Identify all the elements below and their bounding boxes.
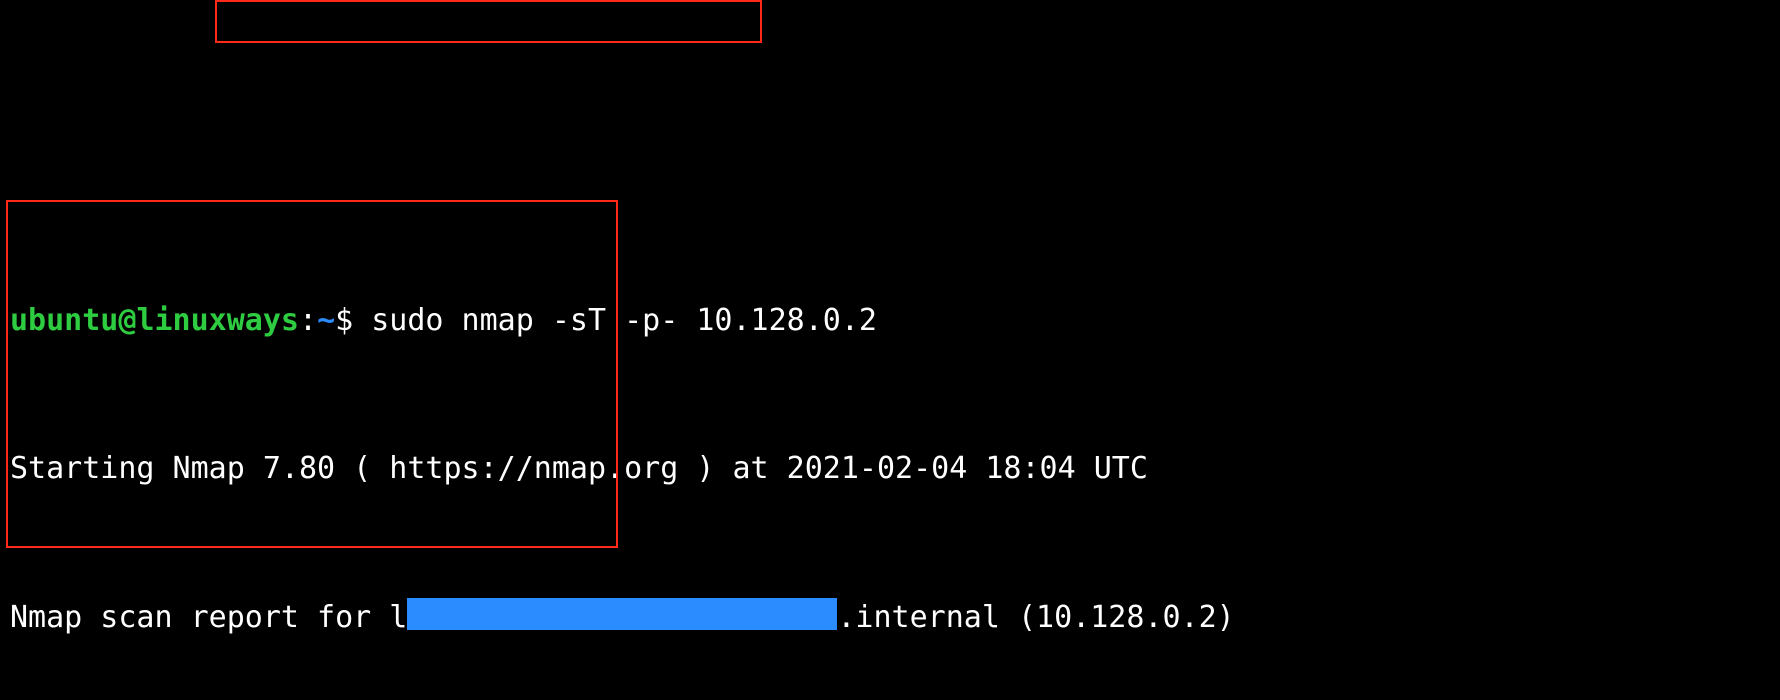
scan-prefix: Nmap scan report for l <box>10 600 407 635</box>
prompt-line[interactable]: ubuntu@linuxways:~$ sudo nmap -sT -p- 10… <box>10 302 1770 339</box>
scan-suffix: .internal (10.128.0.2) <box>837 600 1234 635</box>
command-text: sudo nmap -sT -p- 10.128.0.2 <box>371 303 877 338</box>
output-scan-report: Nmap scan report for l .internal (10.128.… <box>10 598 1770 636</box>
terminal-window[interactable]: ubuntu@linuxways:~$ sudo nmap -sT -p- 10… <box>0 0 1780 700</box>
highlight-command-box <box>215 0 762 43</box>
output-start: Starting Nmap 7.80 ( https://nmap.org ) … <box>10 450 1770 487</box>
highlight-ports-box <box>6 200 618 548</box>
prompt-colon: : <box>299 303 317 338</box>
prompt-cwd: ~ <box>317 303 335 338</box>
prompt-at: @ <box>118 303 136 338</box>
hostname-redaction <box>407 598 837 630</box>
prompt-user: ubuntu <box>10 303 118 338</box>
prompt-char: $ <box>335 303 371 338</box>
prompt-host: linuxways <box>136 303 299 338</box>
